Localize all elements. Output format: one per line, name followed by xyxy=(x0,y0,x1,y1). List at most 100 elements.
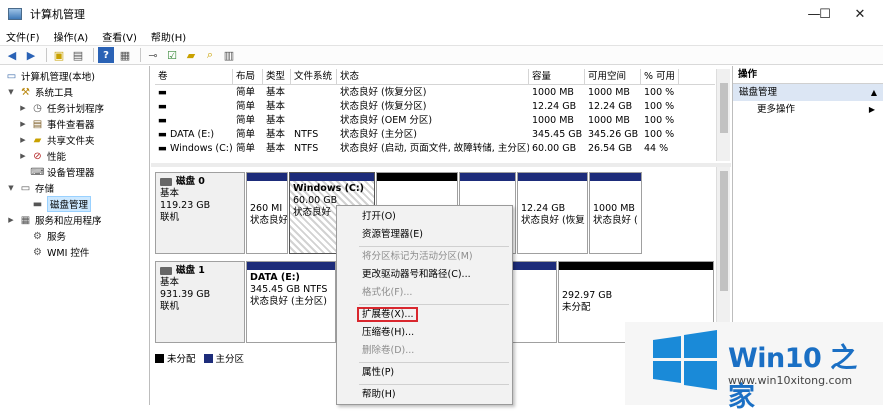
scrollbar-thumb[interactable] xyxy=(720,171,728,291)
menu-item-extend-volume[interactable]: 扩展卷(X)... xyxy=(337,306,512,324)
status-cell: 状态良好 (启动, 页面文件, 故障转储, 主分区) xyxy=(340,143,529,154)
menu-separator xyxy=(359,304,509,305)
tree-label: 任务计划程序 xyxy=(47,104,105,115)
search-folder-icon[interactable]: ⌕ xyxy=(202,47,218,63)
chevron-right-icon[interactable]: ▶ xyxy=(18,104,28,112)
tree-item-performance[interactable]: ▶ ⊘ 性能 xyxy=(18,148,66,164)
properties-icon[interactable]: ▦ xyxy=(117,47,133,63)
chevron-up-icon[interactable]: ▲ xyxy=(871,84,877,101)
close-button[interactable]: ✕ xyxy=(837,0,883,28)
volume-icon: ▬ xyxy=(158,115,167,126)
connect-icon[interactable]: ⊸ xyxy=(145,47,161,63)
partition[interactable]: 12.24 GB 状态良好 (恢复 xyxy=(517,172,588,254)
volume-name-cell: ▬ xyxy=(155,100,233,114)
partition[interactable]: 260 MI 状态良好 xyxy=(246,172,288,254)
chevron-right-icon[interactable]: ▶ xyxy=(18,120,28,128)
pane-splitter[interactable] xyxy=(151,163,731,167)
menu-item-shrink-volume[interactable]: 压缩卷(H)... xyxy=(337,324,512,342)
up-folder-icon[interactable]: ▣ xyxy=(51,47,67,63)
actions-group-label: 磁盘管理 xyxy=(739,87,778,98)
tree-item-device-manager[interactable]: ⌨ 设备管理器 xyxy=(28,164,94,180)
partition-bar xyxy=(247,262,335,270)
tree-item-disk-management[interactable]: ▬ 磁盘管理 xyxy=(28,196,92,212)
open-folder-icon[interactable]: ▰ xyxy=(183,47,199,63)
settings-panel-icon[interactable]: ▥ xyxy=(221,47,237,63)
column-header-layout[interactable]: 布局 xyxy=(233,69,263,85)
menu-item-properties[interactable]: 属性(P) xyxy=(337,364,512,382)
layout-cell: 简单 xyxy=(236,129,256,140)
more-actions[interactable]: 更多操作 ▶ xyxy=(733,101,883,118)
tree-item-wmi[interactable]: ⚙ WMI 控件 xyxy=(28,244,89,260)
tree-item-root[interactable]: ▭ 计算机管理(本地) xyxy=(2,68,95,84)
table-row[interactable]: ▬ 简单 基本 状态良好 (OEM 分区) 1000 MB 1000 MB 10… xyxy=(155,114,679,128)
free-space-cell: 26.54 GB xyxy=(588,143,633,154)
volume-name-cell: ▬ Windows (C:) xyxy=(158,143,233,154)
column-header-capacity[interactable]: 容量 xyxy=(529,69,585,85)
legend-label: 未分配 xyxy=(167,354,196,365)
table-row[interactable]: ▬ Windows (C:) 简单 基本 NTFS 状态良好 (启动, 页面文件… xyxy=(155,142,679,156)
partition-size: 292.97 GB xyxy=(562,290,613,301)
chevron-right-icon[interactable]: ▶ xyxy=(18,136,28,144)
extend-volume-label: 扩展卷(X)... xyxy=(357,307,419,322)
column-header-volume[interactable]: 卷 xyxy=(155,69,233,85)
menu-item-help[interactable]: 帮助(H) xyxy=(337,386,512,404)
partition-bar xyxy=(247,173,287,181)
menu-item-open[interactable]: 打开(O) xyxy=(337,208,512,226)
menu-item-change-drive-letter[interactable]: 更改驱动器号和路径(C)... xyxy=(337,266,512,284)
table-row[interactable]: ▬ DATA (E:) 简单 基本 NTFS 状态良好 (主分区) 345.45… xyxy=(155,128,679,142)
disk-status: 联机 xyxy=(160,212,180,223)
volume-name-cell: ▬ xyxy=(155,114,233,128)
scrollbar-thumb[interactable] xyxy=(720,83,728,133)
legend-swatch-primary xyxy=(203,353,213,363)
tree-item-services[interactable]: ⚙ 服务 xyxy=(28,228,66,244)
table-row[interactable]: ▬ 简单 基本 状态良好 (恢复分区) 1000 MB 1000 MB 100 … xyxy=(155,86,679,100)
watermark: Win10 之家 www.win10xitong.com xyxy=(625,322,883,413)
menu-separator xyxy=(359,384,509,385)
disk-map-scrollbar[interactable] xyxy=(716,167,730,347)
chevron-down-icon[interactable]: ▼ xyxy=(6,184,16,192)
back-arrow-icon[interactable]: ◀ xyxy=(4,47,20,63)
partition-status: 未分配 xyxy=(562,302,591,313)
type-cell: 基本 xyxy=(266,115,286,126)
filesystem-cell xyxy=(291,86,337,100)
toolbar-separator xyxy=(46,48,47,62)
show-hide-tree-icon[interactable]: ▤ xyxy=(70,47,86,63)
disk-size: 119.23 GB xyxy=(160,200,211,211)
menu-view[interactable]: 查看(V) xyxy=(102,29,137,44)
tree-item-shared-folders[interactable]: ▶ ▰ 共享文件夹 xyxy=(18,132,94,148)
menu-item-mark-active: 将分区标记为活动分区(M) xyxy=(362,251,473,262)
tree-item-system-tools[interactable]: ▼ ⚒ 系统工具 xyxy=(6,84,73,100)
tree-item-storage[interactable]: ▼ ▭ 存储 xyxy=(6,180,54,196)
tree-item-event-viewer[interactable]: ▶ ▤ 事件查看器 xyxy=(18,116,94,132)
chevron-right-icon[interactable]: ▶ xyxy=(6,216,16,224)
column-header-percent-free[interactable]: % 可用 xyxy=(641,69,679,85)
wmi-icon: ⚙ xyxy=(33,246,42,258)
column-header-filesystem[interactable]: 文件系统 xyxy=(291,69,337,85)
partition[interactable]: DATA (E:) 345.45 GB NTFS 状态良好 (主分区) xyxy=(246,261,336,343)
menu-action[interactable]: 操作(A) xyxy=(54,29,89,44)
actions-group-disk-management[interactable]: 磁盘管理 ▲ xyxy=(733,84,883,101)
column-header-status[interactable]: 状态 xyxy=(337,69,529,85)
partition-status: 状态良好 (主分区) xyxy=(250,296,327,307)
tree-item-services-apps[interactable]: ▶ ▦ 服务和应用程序 xyxy=(6,212,101,228)
column-header-type[interactable]: 类型 xyxy=(263,69,291,85)
menu-item-explorer[interactable]: 资源管理器(E) xyxy=(337,226,512,244)
menu-help[interactable]: 帮助(H) xyxy=(151,29,186,44)
disk-1-info[interactable]: 磁盘 1 基本 931.39 GB 联机 xyxy=(155,261,245,343)
volume-list-scrollbar[interactable] xyxy=(716,69,730,161)
partition[interactable]: 1000 MB 状态良好 ( xyxy=(589,172,642,254)
check-document-icon[interactable]: ☑ xyxy=(164,47,180,63)
disk-0-info[interactable]: 磁盘 0 基本 119.23 GB 联机 xyxy=(155,172,245,254)
volume-icon: ▬ xyxy=(158,129,170,140)
column-header-free-space[interactable]: 可用空间 xyxy=(585,69,641,85)
chevron-right-icon[interactable]: ▶ xyxy=(18,152,28,160)
table-row[interactable]: ▬ 简单 基本 状态良好 (恢复分区) 12.24 GB 12.24 GB 10… xyxy=(155,100,679,114)
context-menu: 打开(O) 资源管理器(E) 将分区标记为活动分区(M) 更改驱动器号和路径(C… xyxy=(336,205,513,405)
tree-item-task-scheduler[interactable]: ▶ ◷ 任务计划程序 xyxy=(18,100,104,116)
navigation-tree: ▭ 计算机管理(本地) ▼ ⚒ 系统工具 ▶ ◷ 任务计划程序 ▶ ▤ 事件查看… xyxy=(0,66,150,405)
volume-table-header: 卷 布局 类型 文件系统 状态 容量 可用空间 % 可用 xyxy=(155,69,715,85)
help-icon[interactable]: ? xyxy=(98,47,114,63)
menu-file[interactable]: 文件(F) xyxy=(6,29,40,44)
chevron-down-icon[interactable]: ▼ xyxy=(6,88,16,96)
forward-arrow-icon[interactable]: ▶ xyxy=(23,47,39,63)
